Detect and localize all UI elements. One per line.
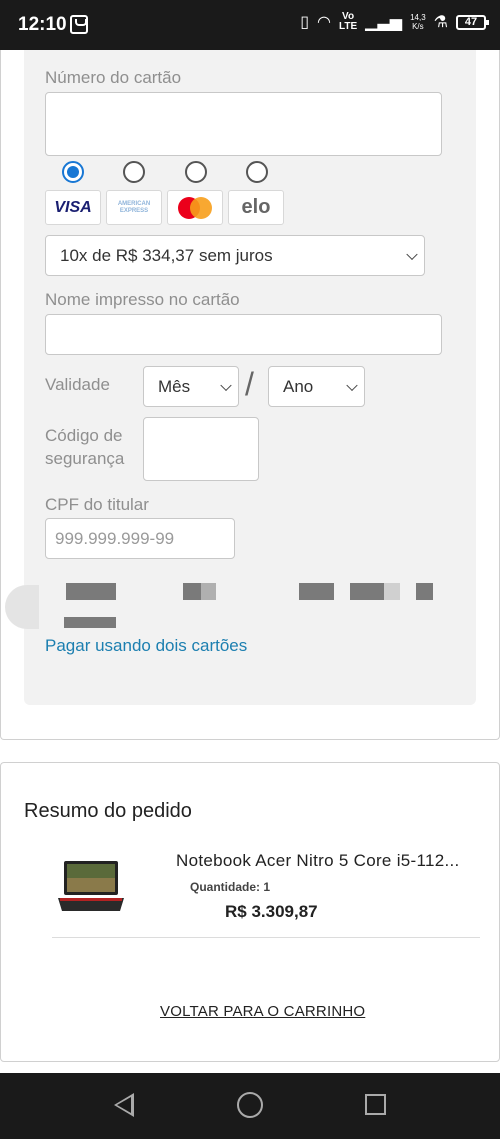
obscured-block [299,583,334,600]
pay-with-two-cards-link[interactable]: Pagar usando dois cartões [45,636,247,656]
status-bar: 12:10 ▯ ◠ Vo LTE ▁▃▅ 14,3 K/s ⚗ 47 [0,0,500,50]
radio-mastercard[interactable] [185,161,207,183]
installments-select[interactable]: 10x de R$ 334,37 sem juros [45,235,425,276]
network-type: Vo LTE [339,12,357,32]
obscured-block [66,583,116,600]
obscured-block [384,583,400,600]
security-label-line2: segurança [45,449,125,468]
name-label: Nome impresso no cartão [45,290,240,309]
elo-logo[interactable]: elo [228,190,284,225]
validity-separator: / [245,366,254,402]
wifi-icon: ◠ [317,14,331,31]
cpf-label: CPF do titular [45,495,149,514]
status-icons: ▯ ◠ Vo LTE ▁▃▅ 14,3 K/s ⚗ 47 [300,12,489,32]
radio-visa[interactable] [62,161,84,183]
security-label-line1: Código de [45,426,123,445]
security-code-input[interactable] [143,417,259,481]
installments-value: 10x de R$ 334,37 sem juros [60,245,273,265]
chevron-down-icon [406,248,418,260]
validity-label: Validade [45,375,110,394]
back-icon[interactable] [114,1093,134,1117]
american-express-logo[interactable]: AMERICAN EXPRESS [106,190,162,225]
card-number-label: Número do cartão [45,68,182,87]
visa-logo-text: VISA [54,198,92,216]
mastercard-logo[interactable] [167,190,223,225]
obscured-block [350,583,384,600]
obscured-block [201,583,216,600]
product-thumbnail [58,861,124,911]
name-on-card-input[interactable] [45,314,442,355]
product-price: R$ 3.309,87 [225,902,318,921]
month-value: Mês [158,376,191,396]
speed-value: 14,3 [410,13,426,22]
home-icon[interactable] [237,1092,263,1118]
amex-logo-text: AMERICAN EXPRESS [117,200,151,214]
shopping-bag-icon [70,15,88,34]
signal-icon: ▁▃▅ [365,14,403,31]
obscured-block [64,617,116,628]
product-name: Notebook Acer Nitro 5 Core i5-112... [176,851,460,870]
speed-unit: K/s [412,22,424,31]
order-summary-title: Resumo do pedido [24,800,192,822]
month-select[interactable]: Mês [143,366,239,407]
flask-icon: ⚗ [433,14,448,31]
back-to-cart-link[interactable]: VOLTAR PARA O CARRINHO [160,1003,365,1020]
divider [52,937,480,938]
cpf-placeholder: 999.999.999-99 [55,528,175,548]
recent-apps-icon[interactable] [365,1094,386,1115]
obscured-block [183,583,201,600]
network-speed: 14,3 K/s [410,13,426,31]
cpf-input[interactable]: 999.999.999-99 [45,518,235,559]
battery-icon: 47 [456,14,489,30]
obscured-block [416,583,433,600]
radio-amex[interactable] [123,161,145,183]
elo-logo-text: elo [241,196,271,218]
year-select[interactable]: Ano [268,366,365,407]
radio-elo[interactable] [246,161,268,183]
visa-logo[interactable]: VISA [45,190,101,225]
network-bottom: LTE [339,21,358,32]
year-value: Ano [283,376,314,396]
chevron-down-icon [220,379,232,391]
card-number-input[interactable] [45,92,442,156]
security-code-label: Código de segurança [45,424,124,470]
status-time: 12:10 [18,14,67,35]
vibrate-icon: ▯ [300,14,310,31]
mastercard-circles-icon [178,196,212,219]
chevron-down-icon [346,379,358,391]
product-quantity: Quantidade: 1 [190,880,271,894]
